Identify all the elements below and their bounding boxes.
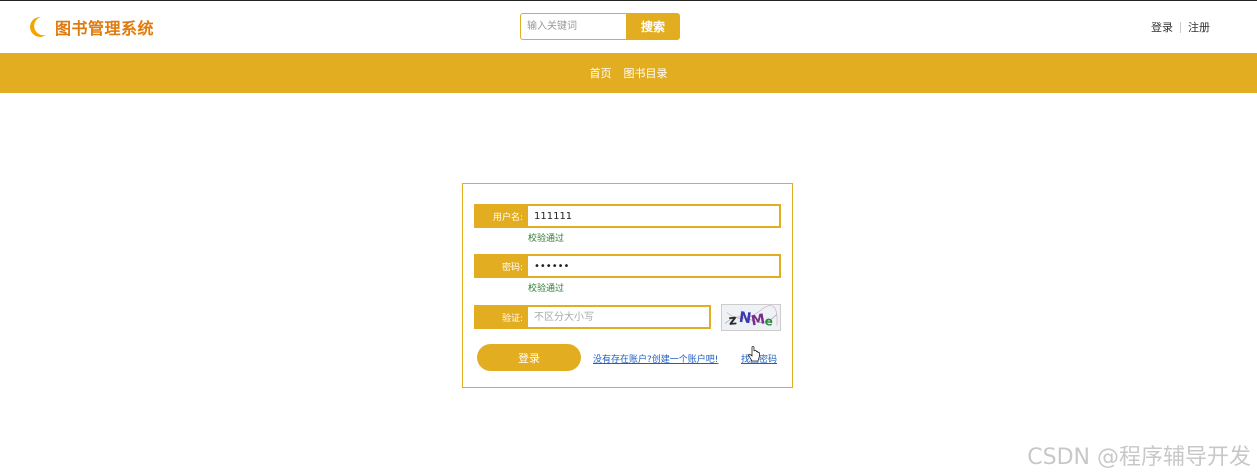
password-label: 密码:: [474, 254, 528, 278]
login-form: 用户名: 校验通过 密码: 校验通过 验证: z N M e 登录 没有存在账: [462, 183, 793, 388]
register-link[interactable]: 注册: [1188, 19, 1210, 35]
watermark: CSDN @程序辅导开发: [1027, 445, 1251, 470]
header: 图书管理系统 搜索 登录 注册: [0, 2, 1257, 53]
login-link[interactable]: 登录: [1151, 19, 1173, 35]
username-label: 用户名:: [474, 204, 528, 228]
username-field[interactable]: [528, 204, 781, 228]
crescent-moon-icon: [29, 16, 47, 38]
captcha-field[interactable]: [528, 305, 711, 329]
captcha-image[interactable]: z N M e: [721, 304, 781, 331]
auth-divider: [1180, 21, 1181, 33]
search-button[interactable]: 搜索: [626, 13, 680, 40]
captcha-label: 验证:: [474, 305, 528, 329]
login-button[interactable]: 登录: [477, 344, 581, 371]
page: 图书管理系统 搜索 登录 注册 首页 图书目录 用户名: 校验通过 密码: 校验…: [0, 0, 1257, 476]
svg-text:e: e: [764, 314, 774, 329]
hand-cursor-icon: [747, 346, 761, 364]
nav-item-catalog[interactable]: 图书目录: [624, 65, 668, 81]
app-title: 图书管理系统: [55, 19, 155, 38]
username-row: 用户名:: [474, 204, 781, 228]
nav-item-home[interactable]: 首页: [590, 65, 612, 81]
logo[interactable]: 图书管理系统: [29, 15, 154, 39]
search-bar: 搜索: [520, 13, 680, 40]
username-hint: 校验通过: [528, 234, 565, 244]
main-nav: 首页 图书目录: [0, 53, 1257, 93]
password-hint: 校验通过: [528, 284, 565, 294]
captcha-row: 验证:: [474, 305, 711, 329]
create-account-link[interactable]: 没有存在账户?创建一个账户吧!: [593, 352, 718, 365]
auth-links: 登录 注册: [1151, 19, 1210, 35]
search-input[interactable]: [520, 13, 626, 40]
password-row: 密码:: [474, 254, 781, 278]
password-field[interactable]: [528, 254, 781, 278]
svg-text:z: z: [728, 312, 738, 329]
